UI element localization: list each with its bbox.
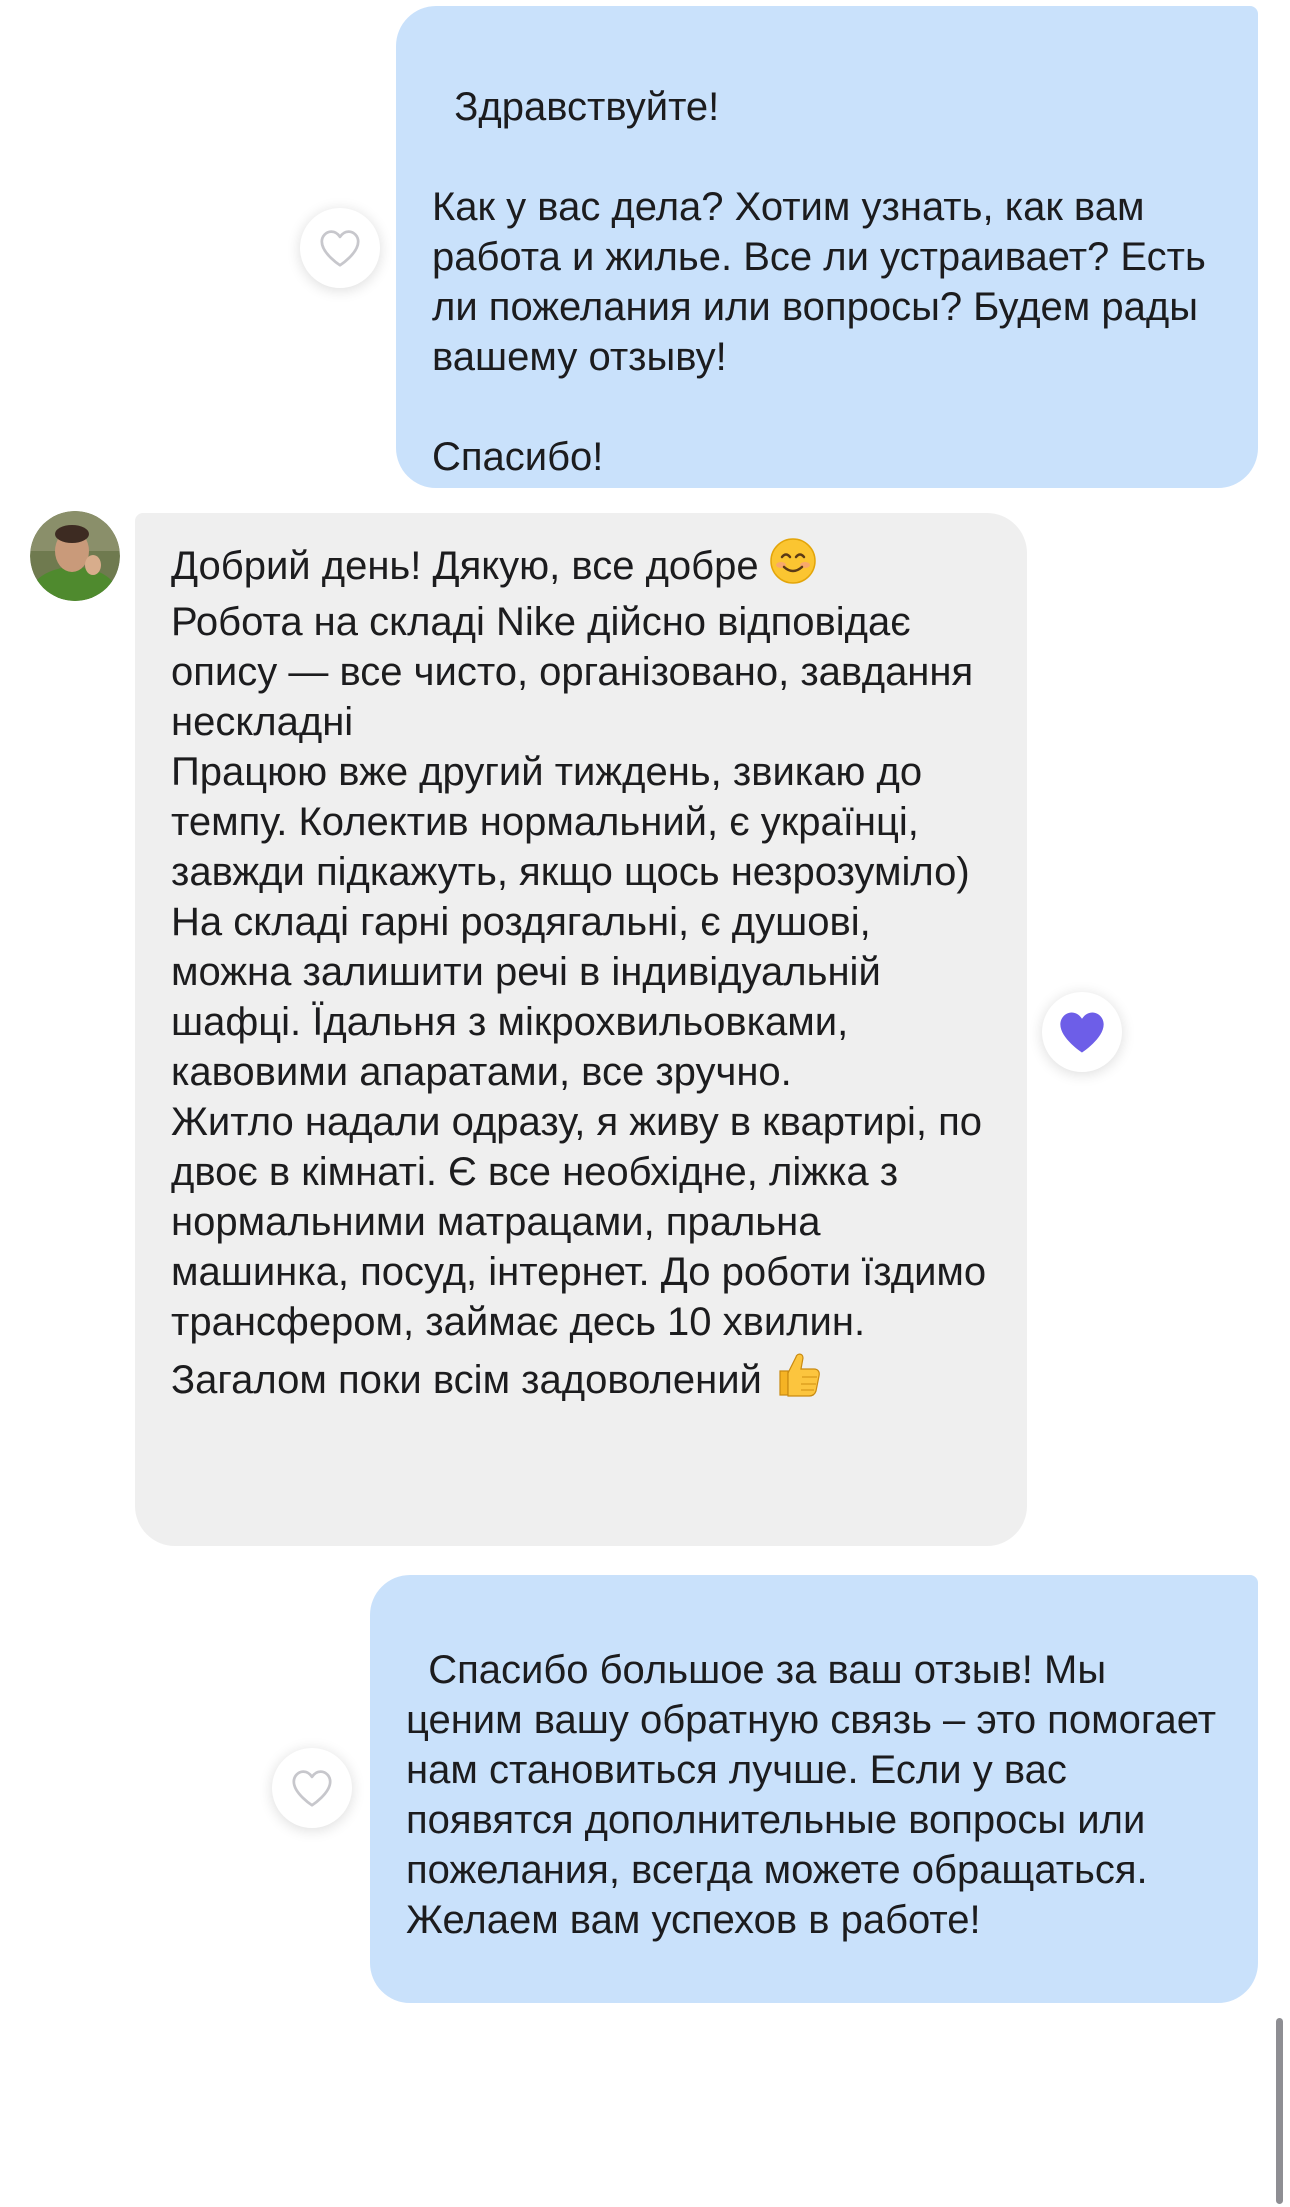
sender-avatar-image <box>30 511 120 601</box>
message-text-intro: Добрий день! Дякую, все добре <box>171 544 759 588</box>
message-bubble-incoming[interactable]: Добрий день! Дякую, все добре Робота на … <box>135 513 1027 1546</box>
thumbs-up-emoji <box>772 1347 822 1411</box>
scrollbar[interactable] <box>1276 2018 1283 2204</box>
message-text: Здравствуйте! Как у вас дела? Хотим узна… <box>432 85 1206 479</box>
message-bubble-outgoing[interactable]: Здравствуйте! Как у вас дела? Хотим узна… <box>396 6 1258 488</box>
message-text: Спасибо большое за ваш отзыв! Мы ценим в… <box>406 1648 1228 1942</box>
heart-outline-icon <box>292 1770 332 1807</box>
message-text-body: Робота на складі Nike дійсно відповідає … <box>171 600 987 1402</box>
heart-filled-icon <box>1060 1012 1104 1053</box>
message-bubble-outgoing[interactable]: Спасибо большое за ваш отзыв! Мы ценим в… <box>370 1575 1258 2003</box>
like-reaction-button[interactable] <box>272 1748 352 1828</box>
avatar[interactable] <box>30 511 120 601</box>
heart-outline-icon <box>320 230 360 267</box>
smiling-face-emoji <box>769 537 817 597</box>
like-reaction-button[interactable] <box>300 208 380 288</box>
like-reaction-button[interactable] <box>1042 992 1122 1072</box>
